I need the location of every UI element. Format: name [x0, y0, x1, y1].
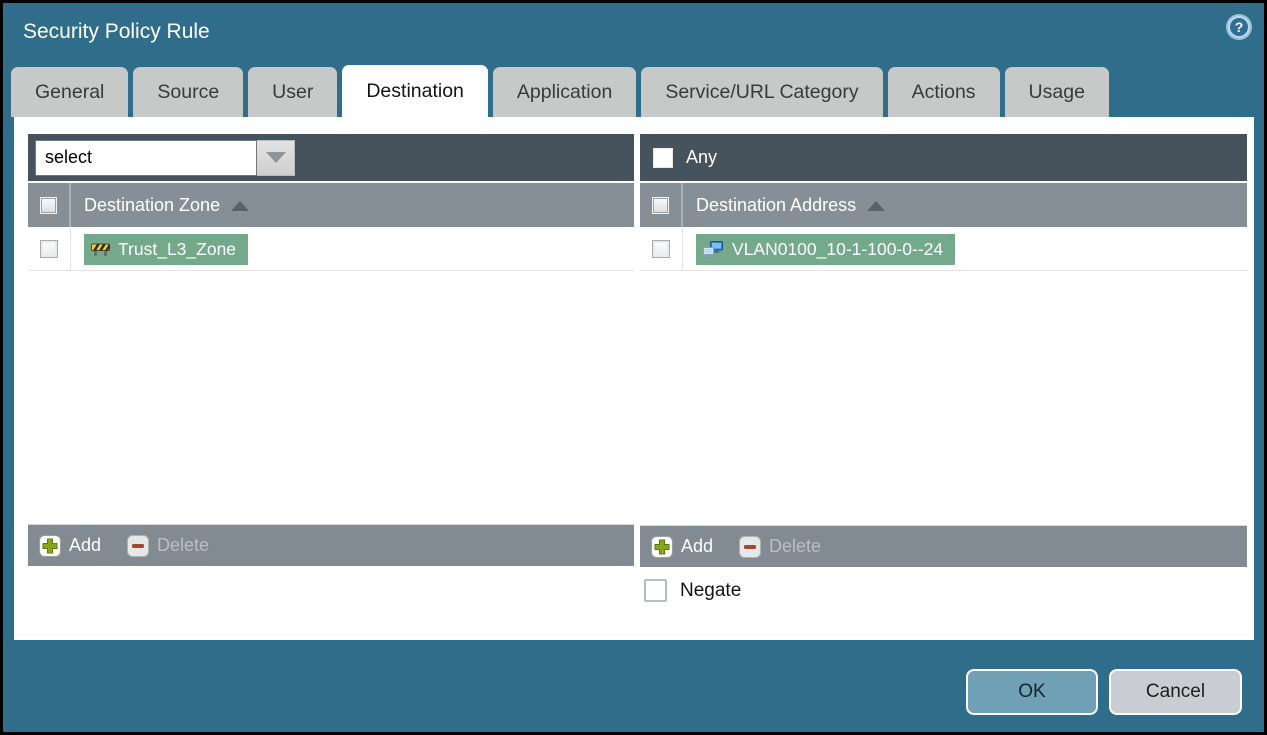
destination-address-panel: Any Destination Address VLAN0100_10-1-10…	[640, 134, 1247, 567]
negate-checkbox[interactable]	[644, 579, 667, 602]
zone-chip[interactable]: Trust_L3_Zone	[84, 233, 249, 265]
delete-icon	[127, 534, 150, 557]
zone-delete-label: Delete	[157, 535, 210, 555]
zone-footer-toolbar: Add Delete	[28, 524, 634, 566]
tab-service-url-category[interactable]: Service/URL Category	[641, 67, 883, 117]
address-column-title: Destination Address	[696, 194, 857, 215]
zone-barrier-icon	[91, 241, 110, 257]
zone-delete-button[interactable]: Delete	[127, 534, 210, 557]
cancel-button[interactable]: Cancel	[1109, 669, 1242, 715]
zone-select-input[interactable]: select	[35, 139, 257, 176]
zone-select-dropdown-button[interactable]	[257, 139, 295, 176]
zone-row-checkbox[interactable]	[40, 240, 58, 258]
add-icon	[39, 534, 61, 557]
tab-usage[interactable]: Usage	[1004, 67, 1109, 117]
address-delete-button[interactable]: Delete	[739, 535, 822, 558]
add-icon	[651, 535, 673, 558]
tab-bar: General Source User Destination Applicat…	[11, 65, 1256, 117]
sort-asc-icon[interactable]	[231, 201, 250, 211]
any-label: Any	[686, 147, 718, 167]
zone-select-combo[interactable]: select	[35, 139, 295, 176]
help-icon[interactable]: ?	[1225, 13, 1253, 41]
zone-chip-label: Trust_L3_Zone	[118, 238, 237, 259]
tab-general[interactable]: General	[11, 67, 129, 117]
tab-actions[interactable]: Actions	[887, 67, 1000, 117]
address-grid-body: VLAN0100_10-1-100-0--24	[640, 227, 1247, 525]
table-row[interactable]: VLAN0100_10-1-100-0--24	[640, 228, 1247, 271]
tab-application[interactable]: Application	[492, 67, 637, 117]
zone-grid-body: Trust_L3_Zone	[28, 227, 634, 524]
zone-add-label: Add	[69, 535, 102, 555]
negate-label: Negate	[680, 579, 742, 601]
address-select-all-checkbox[interactable]	[652, 196, 669, 214]
sort-asc-icon[interactable]	[867, 201, 886, 211]
titlebar: Security Policy Rule ?	[3, 3, 1264, 63]
address-grid-header: Destination Address	[640, 181, 1247, 227]
address-row-checkbox[interactable]	[652, 240, 670, 258]
address-footer-toolbar: Add Delete	[640, 525, 1247, 567]
zone-grid-header: Destination Zone	[28, 181, 634, 227]
network-computers-icon	[703, 240, 724, 258]
tab-destination[interactable]: Destination	[342, 65, 488, 117]
tab-source[interactable]: Source	[133, 67, 244, 117]
svg-text:?: ?	[1235, 19, 1244, 35]
negate-option: Negate	[644, 579, 741, 602]
zone-add-button[interactable]: Add	[39, 534, 102, 557]
address-add-button[interactable]: Add	[651, 535, 714, 558]
address-add-label: Add	[681, 536, 714, 556]
address-chip[interactable]: VLAN0100_10-1-100-0--24	[696, 233, 956, 265]
address-delete-label: Delete	[769, 536, 822, 556]
destination-zone-panel: select Destination Zone Trust_L3_Zone Ad…	[28, 134, 634, 566]
address-chip-label: VLAN0100_10-1-100-0--24	[732, 238, 944, 259]
dropdown-arrow-icon	[265, 152, 286, 163]
ok-button[interactable]: OK	[966, 669, 1098, 715]
table-row[interactable]: Trust_L3_Zone	[28, 228, 634, 271]
zone-filter-bar: select	[28, 134, 634, 181]
any-checkbox[interactable]	[653, 147, 673, 168]
delete-icon	[739, 535, 762, 558]
destination-tab-panel: select Destination Zone Trust_L3_Zone Ad…	[14, 117, 1254, 640]
tab-user[interactable]: User	[248, 67, 338, 117]
dialog-window: Security Policy Rule ? General Source Us…	[3, 3, 1264, 732]
address-any-bar: Any	[640, 134, 1247, 181]
zone-select-all-checkbox[interactable]	[40, 196, 57, 214]
zone-column-title: Destination Zone	[84, 194, 221, 215]
dialog-title: Security Policy Rule	[23, 20, 210, 43]
